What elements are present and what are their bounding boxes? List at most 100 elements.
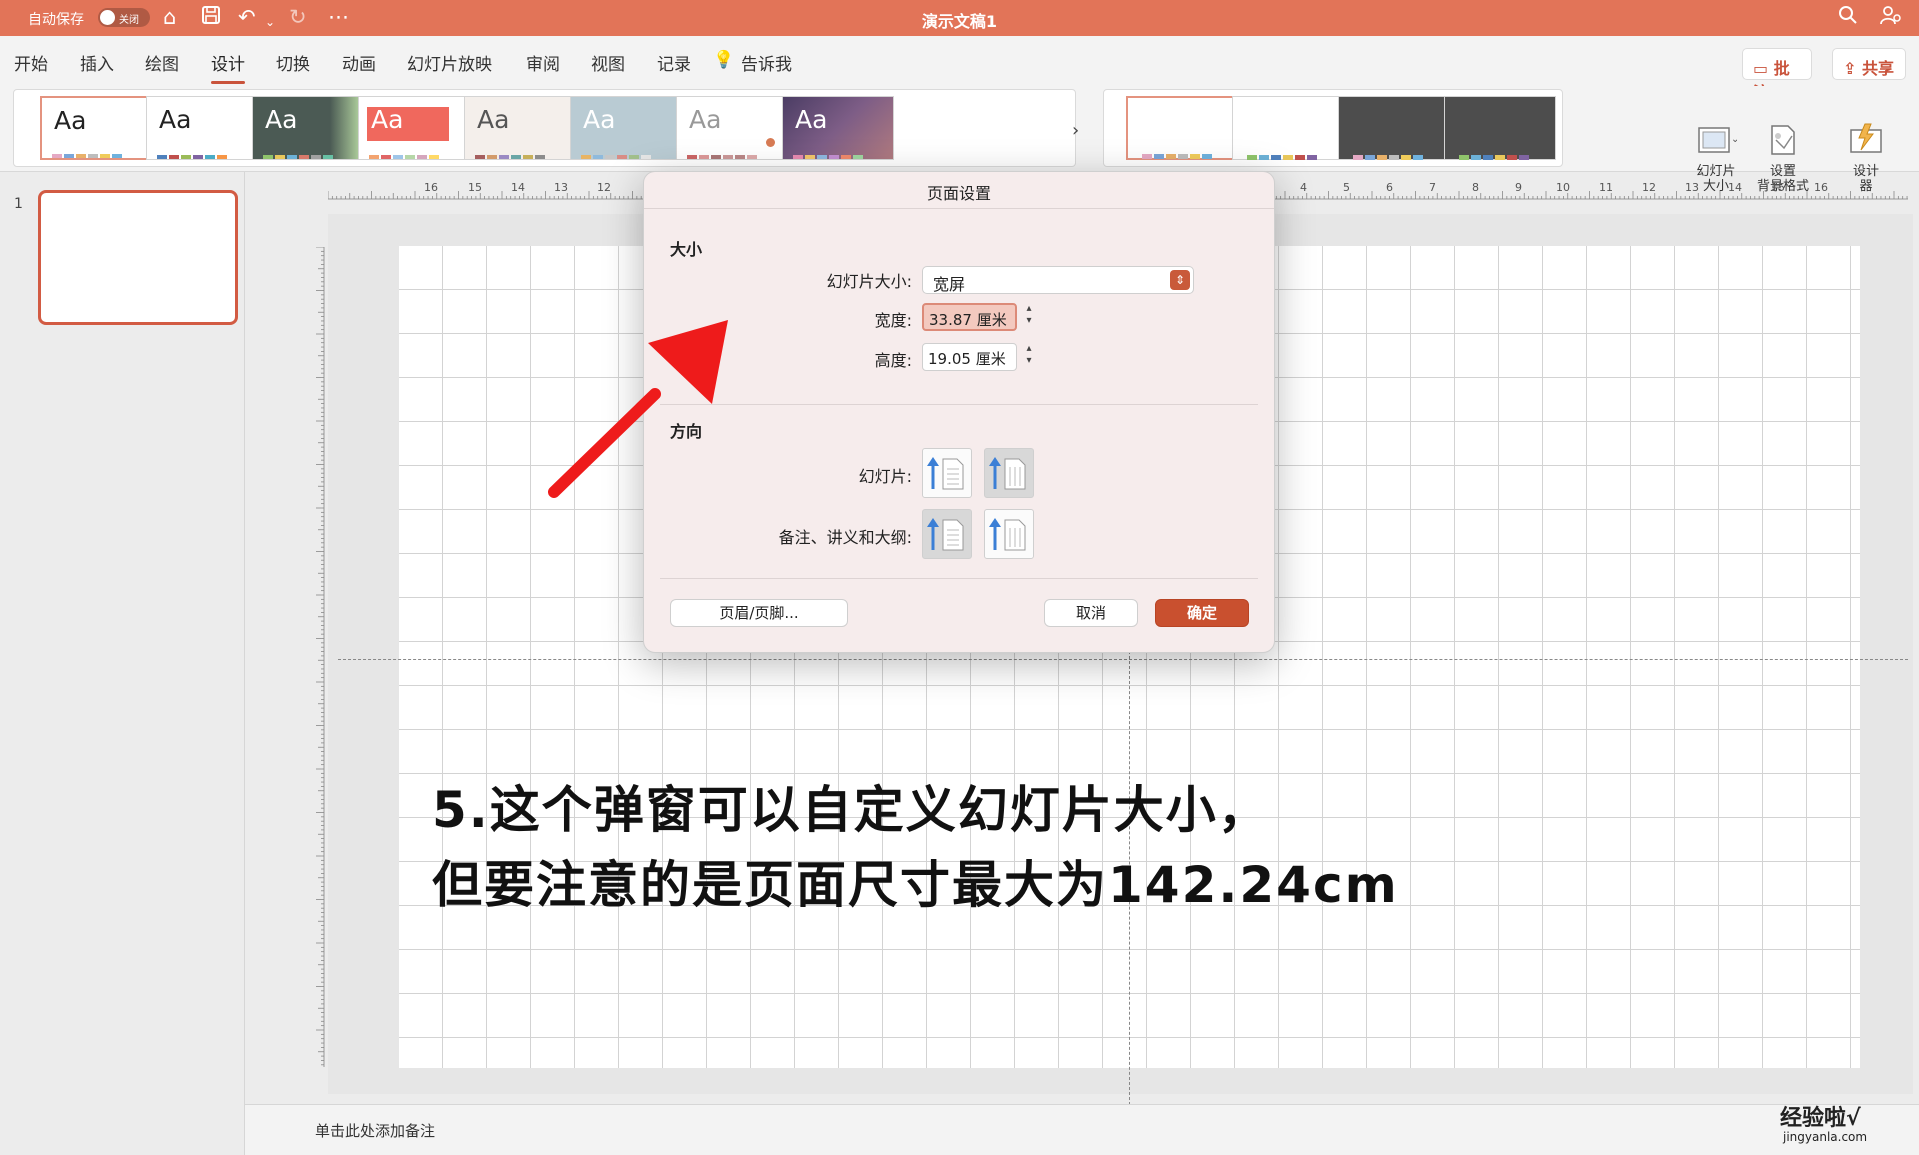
notes-portrait-button[interactable] xyxy=(922,509,972,559)
slide-number: 1 xyxy=(14,196,23,212)
share-button[interactable]: ⇪ 共享 xyxy=(1832,48,1906,80)
slides-portrait-button[interactable] xyxy=(922,448,972,498)
dialog-title-divider xyxy=(644,208,1274,209)
theme-sample-text: Aa xyxy=(583,105,616,134)
variant-2[interactable] xyxy=(1232,96,1344,160)
annotation-line-1: 5.这个弹窗可以自定义幻灯片大小， xyxy=(432,781,1270,839)
share-icon: ⇪ xyxy=(1843,59,1857,78)
dialog-divider xyxy=(660,578,1258,579)
search-icon[interactable] xyxy=(1838,5,1858,30)
height-stepper[interactable]: ▴ ▾ xyxy=(1022,343,1036,371)
theme-color-bars xyxy=(52,144,132,158)
slide-size-label: 幻灯片大小: xyxy=(826,272,912,291)
tab-insert[interactable]: 插入 xyxy=(80,50,114,75)
variant-color-bars xyxy=(1459,145,1539,160)
menu-bar: 开始 插入 绘图 设计 切换 动画 幻灯片放映 审阅 视图 记录 💡 告诉我 xyxy=(0,36,1919,86)
ruler-label: 14 xyxy=(1728,181,1742,194)
ruler-label: 10 xyxy=(1556,181,1570,194)
format-background-icon xyxy=(1762,107,1804,155)
slide-thumbnail[interactable] xyxy=(38,190,238,325)
theme-dark-green[interactable]: Aa xyxy=(252,96,364,160)
tab-transitions[interactable]: 切换 xyxy=(276,50,310,75)
notes-pane[interactable]: 单击此处添加备注 xyxy=(245,1104,1919,1155)
variants-gallery xyxy=(1103,89,1563,167)
theme-dot xyxy=(766,138,775,147)
width-field[interactable]: 33.87 厘米 xyxy=(922,303,1017,331)
theme-coral[interactable]: Aa xyxy=(358,96,470,160)
watermark-url: jingyanla.com xyxy=(1783,1130,1868,1144)
theme-sample-text: Aa xyxy=(371,105,404,134)
dialog-title: 页面设置 xyxy=(926,184,991,203)
watermark-logo: 经验啦√ xyxy=(1780,1106,1861,1131)
variant-1[interactable] xyxy=(1126,96,1238,160)
theme-office-2[interactable]: Aa xyxy=(146,96,258,160)
tab-record[interactable]: 记录 xyxy=(657,50,691,75)
dialog-divider xyxy=(660,404,1258,405)
size-section-heading: 大小 xyxy=(670,240,703,259)
notes-orientation-label: 备注、讲义和大纲: xyxy=(778,528,912,547)
theme-paper[interactable]: Aa xyxy=(464,96,576,160)
ruler-label: 15 xyxy=(1771,181,1785,194)
ruler-label: 14 xyxy=(511,181,525,194)
ruler-label: 9 xyxy=(1515,181,1522,194)
theme-office[interactable]: Aa xyxy=(40,96,152,160)
variant-3[interactable] xyxy=(1338,96,1450,160)
ok-button[interactable]: 确定 xyxy=(1155,599,1249,627)
tab-draw[interactable]: 绘图 xyxy=(145,50,179,75)
tab-design[interactable]: 设计 xyxy=(211,50,245,84)
theme-color-bars xyxy=(157,145,237,159)
theme-sample-text: Aa xyxy=(477,105,510,134)
theme-sample-text: Aa xyxy=(689,105,722,134)
theme-color-bars xyxy=(369,145,449,159)
tab-slideshow[interactable]: 幻灯片放映 xyxy=(407,50,492,75)
account-icon[interactable] xyxy=(1880,5,1902,30)
updown-chevron-icon: ⇕ xyxy=(1170,270,1190,290)
variant-color-bars xyxy=(1247,145,1327,160)
ruler-label: 12 xyxy=(1642,181,1656,194)
header-footer-button[interactable]: 页眉/页脚... xyxy=(670,599,848,627)
ruler-label: 5 xyxy=(1343,181,1350,194)
tell-me-search[interactable]: 告诉我 xyxy=(741,50,792,75)
red-arrow-annotation xyxy=(548,320,728,498)
slide-size-value: 宽屏 xyxy=(933,275,966,294)
theme-sample-text: Aa xyxy=(265,105,298,134)
tab-review[interactable]: 审阅 xyxy=(526,50,560,75)
height-field[interactable]: 19.05 厘米 xyxy=(922,343,1017,371)
variant-4[interactable] xyxy=(1444,96,1556,160)
format-background-button[interactable]: 设置 背景格式 xyxy=(1752,92,1814,194)
theme-sample-text: Aa xyxy=(159,105,192,134)
tab-view[interactable]: 视图 xyxy=(591,50,625,75)
ruler-label: 4 xyxy=(1300,181,1307,194)
tab-home[interactable]: 开始 xyxy=(14,50,48,75)
portrait-icon xyxy=(927,457,964,490)
chevron-right-icon[interactable]: › xyxy=(1072,120,1079,141)
landscape-icon xyxy=(989,518,1026,551)
tab-animations[interactable]: 动画 xyxy=(342,50,376,75)
slide-size-select[interactable]: 宽屏 ⇕ xyxy=(922,266,1194,294)
horizontal-guide[interactable] xyxy=(338,659,1908,660)
vertical-ruler xyxy=(316,247,325,1067)
ruler-label: 13 xyxy=(554,181,568,194)
notes-landscape-button[interactable] xyxy=(984,509,1034,559)
ruler-label: 12 xyxy=(597,181,611,194)
comments-button[interactable]: ▭ 批注 xyxy=(1742,48,1812,102)
slides-landscape-button[interactable] xyxy=(984,448,1034,498)
slide-size-button[interactable]: ⌄ 幻灯片 大小 xyxy=(1685,92,1747,194)
theme-gallery: Aa Aa Aa Aa Aa Aa Aa Aa › xyxy=(13,89,1079,167)
ruler-label: 8 xyxy=(1472,181,1479,194)
document-title: 演示文稿1 xyxy=(921,12,998,31)
comment-icon: ▭ xyxy=(1753,59,1769,78)
theme-purple[interactable]: Aa xyxy=(782,96,894,160)
width-stepper[interactable]: ▴ ▾ xyxy=(1022,303,1036,331)
theme-dots[interactable]: Aa xyxy=(676,96,788,160)
variant-color-bars xyxy=(1353,145,1433,160)
lightbulb-icon: 💡 xyxy=(713,50,735,70)
ruler-label: 6 xyxy=(1386,181,1393,194)
width-label: 宽度: xyxy=(874,311,912,330)
designer-icon xyxy=(1845,107,1887,153)
theme-sample-text: Aa xyxy=(795,105,828,134)
share-label: 共享 xyxy=(1861,59,1894,78)
designer-button[interactable]: 设计 器 xyxy=(1836,92,1896,194)
theme-slate[interactable]: Aa xyxy=(570,96,682,160)
cancel-button[interactable]: 取消 xyxy=(1044,599,1138,627)
